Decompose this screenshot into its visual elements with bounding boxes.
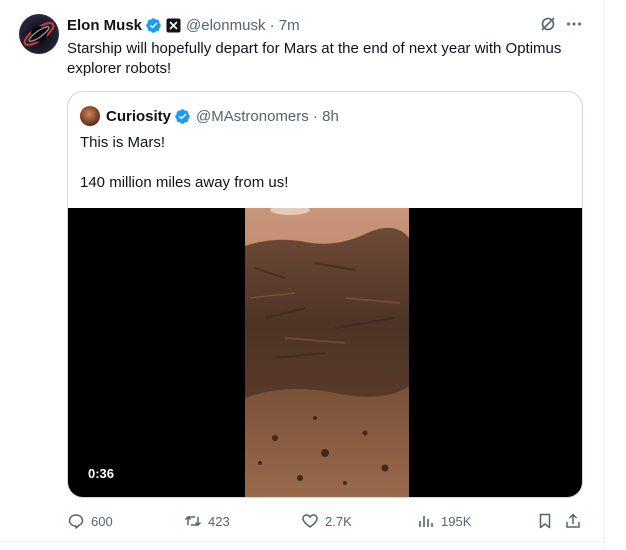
tweet-header: Elon Musk @elonmusk · 7m xyxy=(67,15,300,35)
like-count: 2.7K xyxy=(325,513,352,529)
repost-icon xyxy=(184,512,202,530)
quoted-text-line: This is Mars! xyxy=(80,134,166,151)
quoted-handle-text: @MAstronomers xyxy=(196,107,309,125)
mars-landscape-image xyxy=(245,208,409,497)
verified-badge-icon xyxy=(174,108,191,125)
views-button[interactable]: 195K xyxy=(417,511,471,531)
bookmark-button[interactable] xyxy=(536,511,554,531)
more-options-icon[interactable] xyxy=(565,15,583,38)
repost-count: 423 xyxy=(208,513,230,529)
quoted-tweet[interactable]: Curiosity @MAstronomers · 8h This is Mar… xyxy=(67,91,583,498)
quoted-author-handle: @MAstronomers · 8h xyxy=(196,107,339,125)
black-hole-avatar-image xyxy=(23,21,55,47)
author-handle[interactable]: @elonmusk · 7m xyxy=(186,17,300,34)
bookmark-icon xyxy=(536,512,554,530)
quoted-text-line: 140 million miles away from us! xyxy=(80,174,289,191)
verified-badge-icon xyxy=(145,17,162,34)
analytics-icon xyxy=(417,512,435,530)
quoted-avatar xyxy=(80,106,100,126)
share-button[interactable] xyxy=(564,511,582,531)
share-icon xyxy=(564,512,582,530)
grok-icon[interactable] xyxy=(539,15,557,38)
video-player[interactable]: 0:36 xyxy=(68,208,582,497)
quoted-post-time: 8h xyxy=(322,107,339,125)
quoted-author-name: Curiosity xyxy=(106,107,172,125)
avatar[interactable] xyxy=(19,14,59,54)
tweet-text: Starship will hopefully depart for Mars … xyxy=(67,39,587,79)
author-name[interactable]: Elon Musk xyxy=(67,17,142,34)
x-affiliate-badge-icon xyxy=(166,18,181,33)
tweet-text-line: Starship will hopefully depart for Mars … xyxy=(67,40,562,57)
reply-count: 600 xyxy=(91,513,113,529)
tweet-top-actions xyxy=(539,15,583,38)
handle-text: @elonmusk xyxy=(186,16,266,34)
heart-icon xyxy=(301,512,319,530)
tweet-text-line: explorer robots! xyxy=(67,60,172,77)
tweet[interactable]: Elon Musk @elonmusk · 7m Starship will h… xyxy=(0,0,605,550)
tweet-actions: 600 423 2.7K 195K xyxy=(67,511,587,531)
mars-video-frame xyxy=(245,208,409,497)
video-duration: 0:36 xyxy=(88,466,115,481)
reply-icon xyxy=(67,512,85,530)
divider xyxy=(0,541,605,542)
timeline-column: Elon Musk @elonmusk · 7m Starship will h… xyxy=(0,0,605,550)
quoted-tweet-header: Curiosity @MAstronomers · 8h xyxy=(80,106,339,126)
post-time: 7m xyxy=(278,16,300,34)
repost-button[interactable]: 423 xyxy=(184,511,230,531)
view-count: 195K xyxy=(441,513,472,529)
reply-button[interactable]: 600 xyxy=(67,511,113,531)
like-button[interactable]: 2.7K xyxy=(301,511,352,531)
